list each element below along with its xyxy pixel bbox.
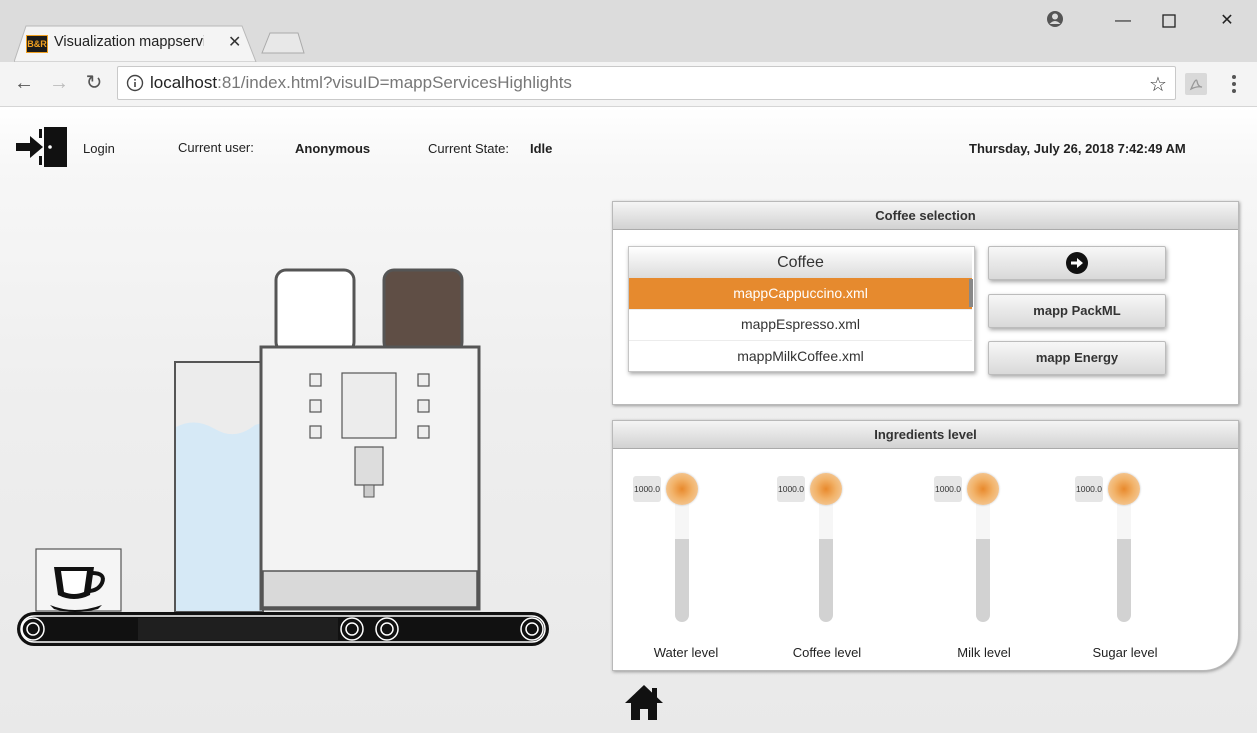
milk-level-label: Milk level: [957, 645, 1011, 660]
url-path: :81/index.html?visuID=mappServicesHighli…: [217, 73, 572, 92]
coffee-cup-icon: [50, 567, 105, 612]
mapp-packml-button[interactable]: mapp PackML: [988, 294, 1166, 328]
list-scrollbar[interactable]: [969, 279, 973, 307]
pdf-extension-icon[interactable]: [1185, 73, 1207, 95]
reload-icon[interactable]: ↻: [78, 62, 110, 106]
coffee-level-slider[interactable]: [819, 494, 833, 622]
tab-close-icon[interactable]: ✕: [228, 32, 241, 52]
coffee-list-item[interactable]: mappMilkCoffee.xml: [629, 341, 972, 371]
arrow-right-circle-icon: [1066, 252, 1088, 274]
ingredients-level-title: Ingredients level: [613, 421, 1238, 449]
url-host: localhost: [150, 73, 218, 92]
milk-level-slider[interactable]: [976, 494, 990, 622]
profile-icon[interactable]: [1040, 6, 1070, 34]
browser-toolbar: ← → ↻ localhost:81/index.html?visuID=map…: [0, 62, 1257, 107]
coffee-list-item[interactable]: mappCappuccino.xml: [629, 278, 972, 310]
sugar-level-knob[interactable]: [1108, 473, 1140, 505]
tab-title: Visualization mappservices: [54, 34, 204, 50]
water-level-slider[interactable]: [675, 494, 689, 622]
ingredients-level-panel: Ingredients level 1000.0 Water level 100…: [612, 420, 1239, 671]
bookmark-star-icon[interactable]: ☆: [1149, 72, 1167, 97]
coffee-selection-panel: Coffee selection Coffee mappCappuccino.x…: [612, 201, 1239, 405]
coffee-level-knob[interactable]: [810, 473, 842, 505]
water-level-value: 1000.0: [633, 476, 661, 502]
login-link[interactable]: Login: [83, 141, 115, 156]
sugar-level-slider[interactable]: [1117, 494, 1131, 622]
address-bar[interactable]: localhost:81/index.html?visuID=mappServi…: [117, 66, 1176, 100]
sugar-level-label: Sugar level: [1092, 645, 1158, 660]
browser-tab[interactable]: B&R Visualization mappservices ✕: [14, 25, 257, 62]
coffee-list-header: Coffee: [629, 247, 972, 279]
current-state-value: Idle: [530, 141, 553, 156]
current-user-value: Anonymous: [295, 141, 371, 156]
visualization-app: Login Current user: Anonymous Current St…: [0, 107, 1257, 733]
coffee-list-item[interactable]: mappEspresso.xml: [629, 309, 972, 341]
login-door-icon[interactable]: [16, 127, 68, 167]
close-window-button[interactable]: ✕: [1204, 8, 1250, 34]
current-state-label: Current State:: [428, 141, 509, 156]
sugar-level-value: 1000.0: [1075, 476, 1103, 502]
maximize-button[interactable]: [1146, 8, 1192, 34]
forward-arrow-icon[interactable]: →: [43, 62, 75, 106]
milk-level-value: 1000.0: [934, 476, 962, 502]
water-level-knob[interactable]: [666, 473, 698, 505]
url-text: localhost:81/index.html?visuID=mappServi…: [150, 73, 572, 93]
start-brew-button[interactable]: [988, 246, 1166, 280]
coffee-level-value: 1000.0: [777, 476, 805, 502]
new-tab-button[interactable]: [260, 31, 306, 55]
datetime-display: Thursday, July 26, 2018 7:42:49 AM: [969, 141, 1186, 156]
back-arrow-icon[interactable]: ←: [8, 62, 40, 106]
mapp-energy-button[interactable]: mapp Energy: [988, 341, 1166, 375]
info-icon[interactable]: [126, 74, 144, 97]
current-user-label: Current user:: [178, 140, 254, 155]
bnr-logo-icon: B&R: [26, 35, 48, 53]
home-icon[interactable]: [624, 683, 664, 721]
coffee-level-label: Coffee level: [792, 645, 862, 660]
coffee-listbox[interactable]: Coffee mappCappuccino.xml mappEspresso.x…: [628, 246, 975, 372]
menu-kebab-icon[interactable]: [1224, 72, 1244, 96]
milk-level-knob[interactable]: [967, 473, 999, 505]
minimize-button[interactable]: —: [1100, 8, 1146, 34]
water-level-label: Water level: [653, 645, 719, 660]
coffee-selection-title: Coffee selection: [613, 202, 1238, 230]
